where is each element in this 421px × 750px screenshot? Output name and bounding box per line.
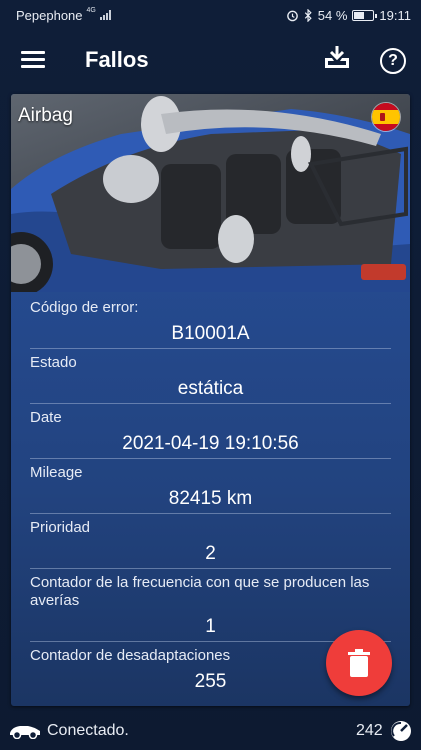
- airbag-image: Airbag: [11, 94, 410, 292]
- trash-icon: [348, 649, 370, 677]
- field-label: Contador de la frecuencia con que se pro…: [30, 574, 370, 609]
- field-value: B10001A: [171, 323, 250, 344]
- app-screen: Pepephone 4G 54 % 19:11 Fallos ? Airbag …: [0, 0, 421, 750]
- field-label: Estado: [30, 354, 77, 371]
- request-counter: 242: [356, 722, 383, 739]
- fault-details: Código de error: B10001A Estado estática…: [30, 294, 391, 696]
- mileage-field: Mileage 82415 km: [30, 459, 391, 514]
- bluetooth-icon: [304, 8, 312, 22]
- field-value: 1: [205, 616, 216, 637]
- date-field: Date 2021-04-19 19:10:56: [30, 404, 391, 459]
- app-bar: Fallos ?: [0, 30, 421, 92]
- status-right: 54 % 19:11: [286, 8, 411, 23]
- status-bar: Pepephone 4G 54 % 19:11: [0, 0, 421, 30]
- error-code-field: Código de error: B10001A: [30, 294, 391, 349]
- frequency-counter-field: Contador de la frecuencia con que se pro…: [30, 569, 391, 642]
- spain-flag-icon: [371, 102, 401, 132]
- status-field: Estado estática: [30, 349, 391, 404]
- battery-percent: 54 %: [317, 7, 348, 23]
- bottom-status-bar: Conectado. 242: [0, 712, 421, 750]
- field-value: estática: [177, 378, 244, 399]
- connection-status: Conectado.: [47, 722, 129, 739]
- field-value: 2: [205, 543, 216, 564]
- card-title: Airbag: [18, 105, 73, 126]
- fault-card: Airbag Código de error: B10001A Estado e…: [11, 94, 410, 706]
- status-left: Pepephone 4G: [16, 6, 111, 23]
- page-title: Fallos: [85, 47, 149, 72]
- field-value: 2021-04-19 19:10:56: [122, 433, 299, 454]
- car-connection-icon: [10, 726, 40, 739]
- carrier-name: Pepephone: [16, 7, 83, 23]
- network-type: 4G: [86, 6, 96, 14]
- delete-button[interactable]: [326, 630, 392, 696]
- priority-field: Prioridad 2: [30, 514, 391, 569]
- field-label: Código de error:: [30, 299, 139, 316]
- alarm-icon: [286, 10, 298, 21]
- field-label: Prioridad: [30, 519, 91, 536]
- clock: 19:11: [379, 7, 411, 23]
- field-value: 82415 km: [168, 488, 253, 509]
- field-label: Date: [30, 409, 62, 426]
- signal-icon: [99, 10, 111, 20]
- help-icon[interactable]: ?: [380, 48, 406, 74]
- menu-icon[interactable]: [21, 51, 45, 71]
- download-inbox-icon[interactable]: [323, 44, 351, 72]
- gauge-icon: [391, 721, 411, 741]
- field-label: Mileage: [30, 464, 83, 481]
- battery-icon: [352, 9, 378, 21]
